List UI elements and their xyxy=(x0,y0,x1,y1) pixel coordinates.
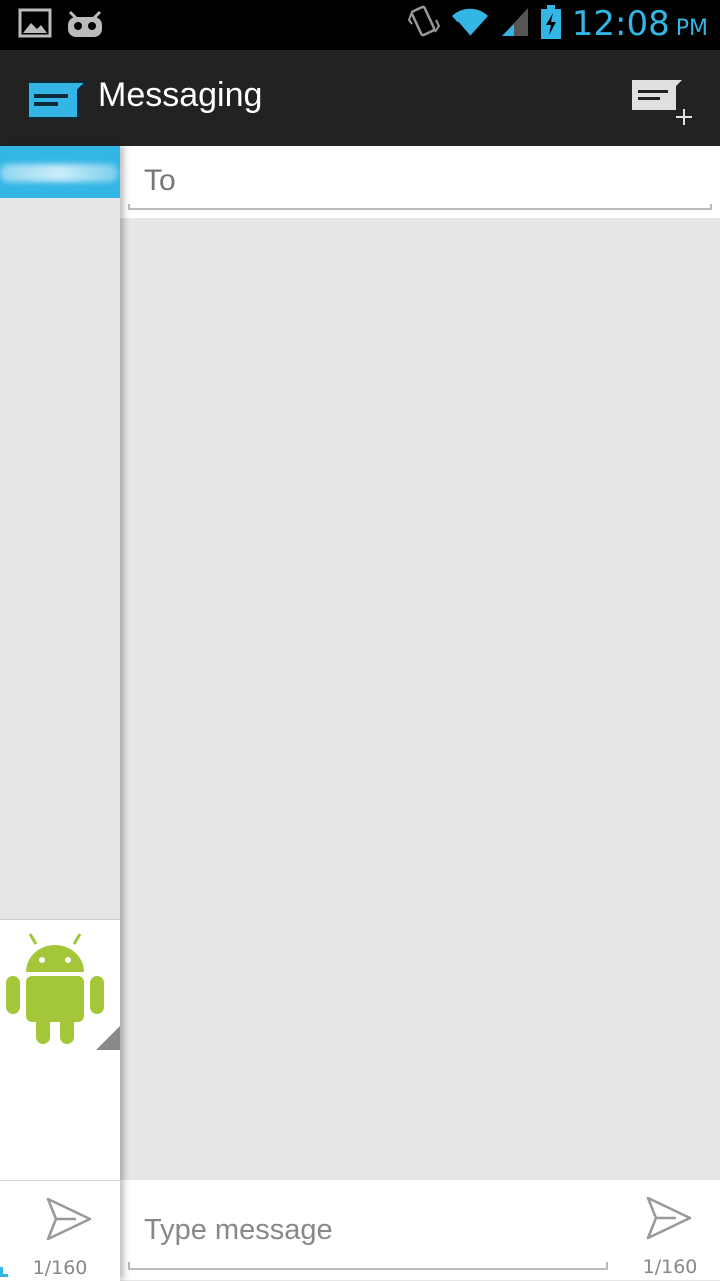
action-bar: Messaging xyxy=(0,50,720,146)
recipients-field[interactable]: To xyxy=(120,146,720,218)
image-notification-icon xyxy=(18,6,52,44)
character-counter: 1/160 xyxy=(32,1257,88,1279)
left-compose-bar: 1/160 xyxy=(0,1180,120,1281)
compose-bar: 1/160 xyxy=(120,1180,720,1280)
new-message-icon xyxy=(630,80,700,134)
conversation-list-panel[interactable]: 1/160 xyxy=(0,146,120,1281)
android-robot-icon xyxy=(4,928,106,1050)
send-icon[interactable] xyxy=(46,1197,92,1245)
conversation-area xyxy=(120,218,720,1180)
character-counter: 1/160 xyxy=(642,1256,698,1278)
messaging-app-icon[interactable] xyxy=(26,80,89,124)
selected-conversation-item[interactable] xyxy=(0,146,120,198)
status-bar: 12:08 PM xyxy=(0,0,720,50)
clock: 12:08 PM xyxy=(572,4,708,44)
new-message-button[interactable] xyxy=(630,76,700,130)
message-input[interactable] xyxy=(144,1210,584,1250)
signal-icon xyxy=(500,6,530,42)
vibrate-icon xyxy=(407,4,440,44)
status-system-icons: 12:08 PM xyxy=(407,4,708,44)
clock-time: 12:08 xyxy=(571,4,670,44)
battery-charging-icon xyxy=(540,4,562,44)
quick-contact-corner xyxy=(96,1026,120,1050)
clock-ampm: PM xyxy=(675,16,708,41)
app-title: Messaging xyxy=(98,76,263,114)
left-panel-spacer xyxy=(0,1050,120,1180)
redacted-contact-name xyxy=(0,164,118,182)
cyanogen-mascot-icon xyxy=(66,6,104,44)
send-button[interactable] xyxy=(646,1196,692,1244)
send-icon xyxy=(646,1196,692,1244)
status-notifications xyxy=(18,6,104,44)
recipients-underline xyxy=(128,204,712,210)
recipients-placeholder[interactable]: To xyxy=(144,164,176,198)
wifi-icon xyxy=(450,6,490,42)
contact-avatar-card[interactable] xyxy=(0,919,120,1051)
message-input-underline xyxy=(128,1262,608,1270)
